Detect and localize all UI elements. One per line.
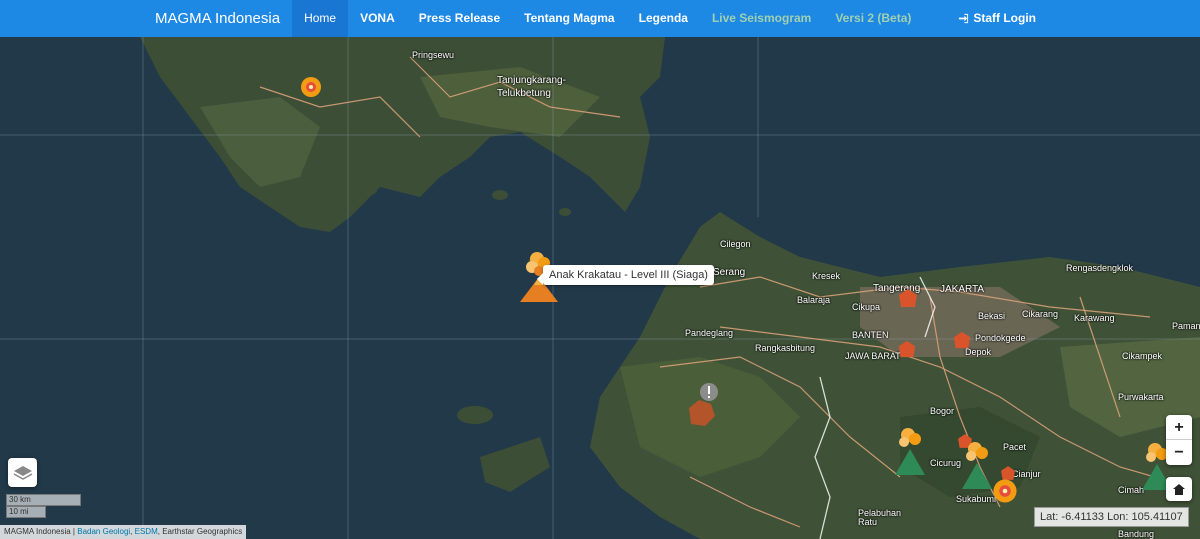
layers-button[interactable]: [8, 458, 37, 487]
nav-press-release[interactable]: Press Release: [407, 0, 512, 37]
volcano-normal-icon[interactable]: [895, 287, 921, 309]
label-pondokgede: Pondokgede: [975, 333, 1026, 343]
label-pandeglang: Pandeglang: [685, 328, 734, 338]
label-jakarta: JAKARTA: [940, 284, 985, 295]
label-jawa-barat: JAWA BARAT: [845, 351, 901, 361]
zoom-in-button[interactable]: +: [1166, 415, 1192, 440]
zoom-control: + −: [1166, 415, 1192, 465]
login-icon: [959, 13, 969, 24]
label-cilegon: Cilegon: [720, 239, 751, 249]
label-bandung: Bandung: [1118, 529, 1155, 539]
volcano-normal-icon[interactable]: [950, 330, 974, 350]
nav-legenda[interactable]: Legenda: [627, 0, 700, 37]
staff-login-link[interactable]: Staff Login: [958, 0, 1036, 37]
coordinates-readout: Lat: -6.41133 Lon: 105.41107: [1034, 507, 1189, 527]
label-cikupa: Cikupa: [852, 302, 881, 312]
volcano-waspada-icon[interactable]: [893, 425, 927, 477]
zoom-out-button[interactable]: −: [1166, 440, 1192, 465]
scale-km: 30 km: [6, 494, 81, 506]
label-ratu: Ratu: [858, 517, 878, 527]
volcano-normal-icon[interactable]: [895, 339, 919, 359]
badan-geologi-link[interactable]: Badan Geologi: [77, 527, 130, 536]
label-pamanukan: Pamanu: [1172, 321, 1200, 331]
scale-mi: 10 mi: [6, 506, 46, 518]
label-telukbetung: Telukbetung: [497, 88, 551, 99]
home-extent-button[interactable]: [1166, 477, 1192, 501]
nav-tentang-magma[interactable]: Tentang Magma: [512, 0, 626, 37]
label-serang: Serang: [713, 267, 746, 278]
staff-login-label: Staff Login: [973, 11, 1036, 25]
map-attribution: MAGMA Indonesia | Badan Geologi, ESDM, E…: [0, 525, 247, 539]
label-cikampek: Cikampek: [1122, 351, 1163, 361]
volcano-tooltip: Anak Krakatau - Level III (Siaga): [537, 265, 714, 285]
esdm-link[interactable]: ESDM: [135, 527, 158, 536]
attribution-prefix: MAGMA Indonesia |: [4, 527, 78, 536]
label-rangkasbitung: Rangkasbitung: [755, 343, 816, 353]
label-balaraja: Balaraja: [797, 295, 831, 305]
label-purwakarta: Purwakarta: [1118, 392, 1164, 402]
attribution-suffix: , Earthstar Geographics: [157, 527, 243, 536]
label-cicurug: Cicurug: [930, 458, 962, 468]
eruption-icon[interactable]: [990, 477, 1020, 505]
label-rengasdengklok: Rengasdengklok: [1066, 263, 1134, 273]
label-tanjungkarang: Tanjungkarang-: [497, 75, 566, 86]
nav-vona[interactable]: VONA: [348, 0, 407, 37]
top-navbar: MAGMA Indonesia Home VONA Press Release …: [0, 0, 1200, 37]
nav-versi-2-beta[interactable]: Versi 2 (Beta): [823, 0, 923, 37]
label-kresek: Kresek: [812, 271, 841, 281]
volcano-map[interactable]: Pringsewu Tanjungkarang- Telukbetung Cil…: [0, 37, 1200, 539]
label-banten: BANTEN: [852, 330, 889, 340]
volcano-waspada-icon[interactable]: [960, 439, 994, 491]
volcano-info-icon[interactable]: [683, 382, 719, 430]
map-basemap: [0, 37, 1200, 539]
label-pringsewu: Pringsewu: [412, 50, 455, 60]
label-karawang: Karawang: [1074, 313, 1115, 323]
label-cikarang: Cikarang: [1022, 309, 1059, 319]
label-pacet: Pacet: [1003, 442, 1027, 452]
eruption-icon[interactable]: [298, 75, 324, 99]
label-bekasi: Bekasi: [978, 311, 1006, 321]
label-bogor: Bogor: [930, 406, 955, 416]
nav-live-seismogram[interactable]: Live Seismogram: [700, 0, 823, 37]
home-icon: [1173, 483, 1185, 495]
brand-link[interactable]: MAGMA Indonesia: [155, 0, 280, 37]
layers-icon: [13, 465, 32, 480]
nav-home[interactable]: Home: [292, 0, 349, 37]
